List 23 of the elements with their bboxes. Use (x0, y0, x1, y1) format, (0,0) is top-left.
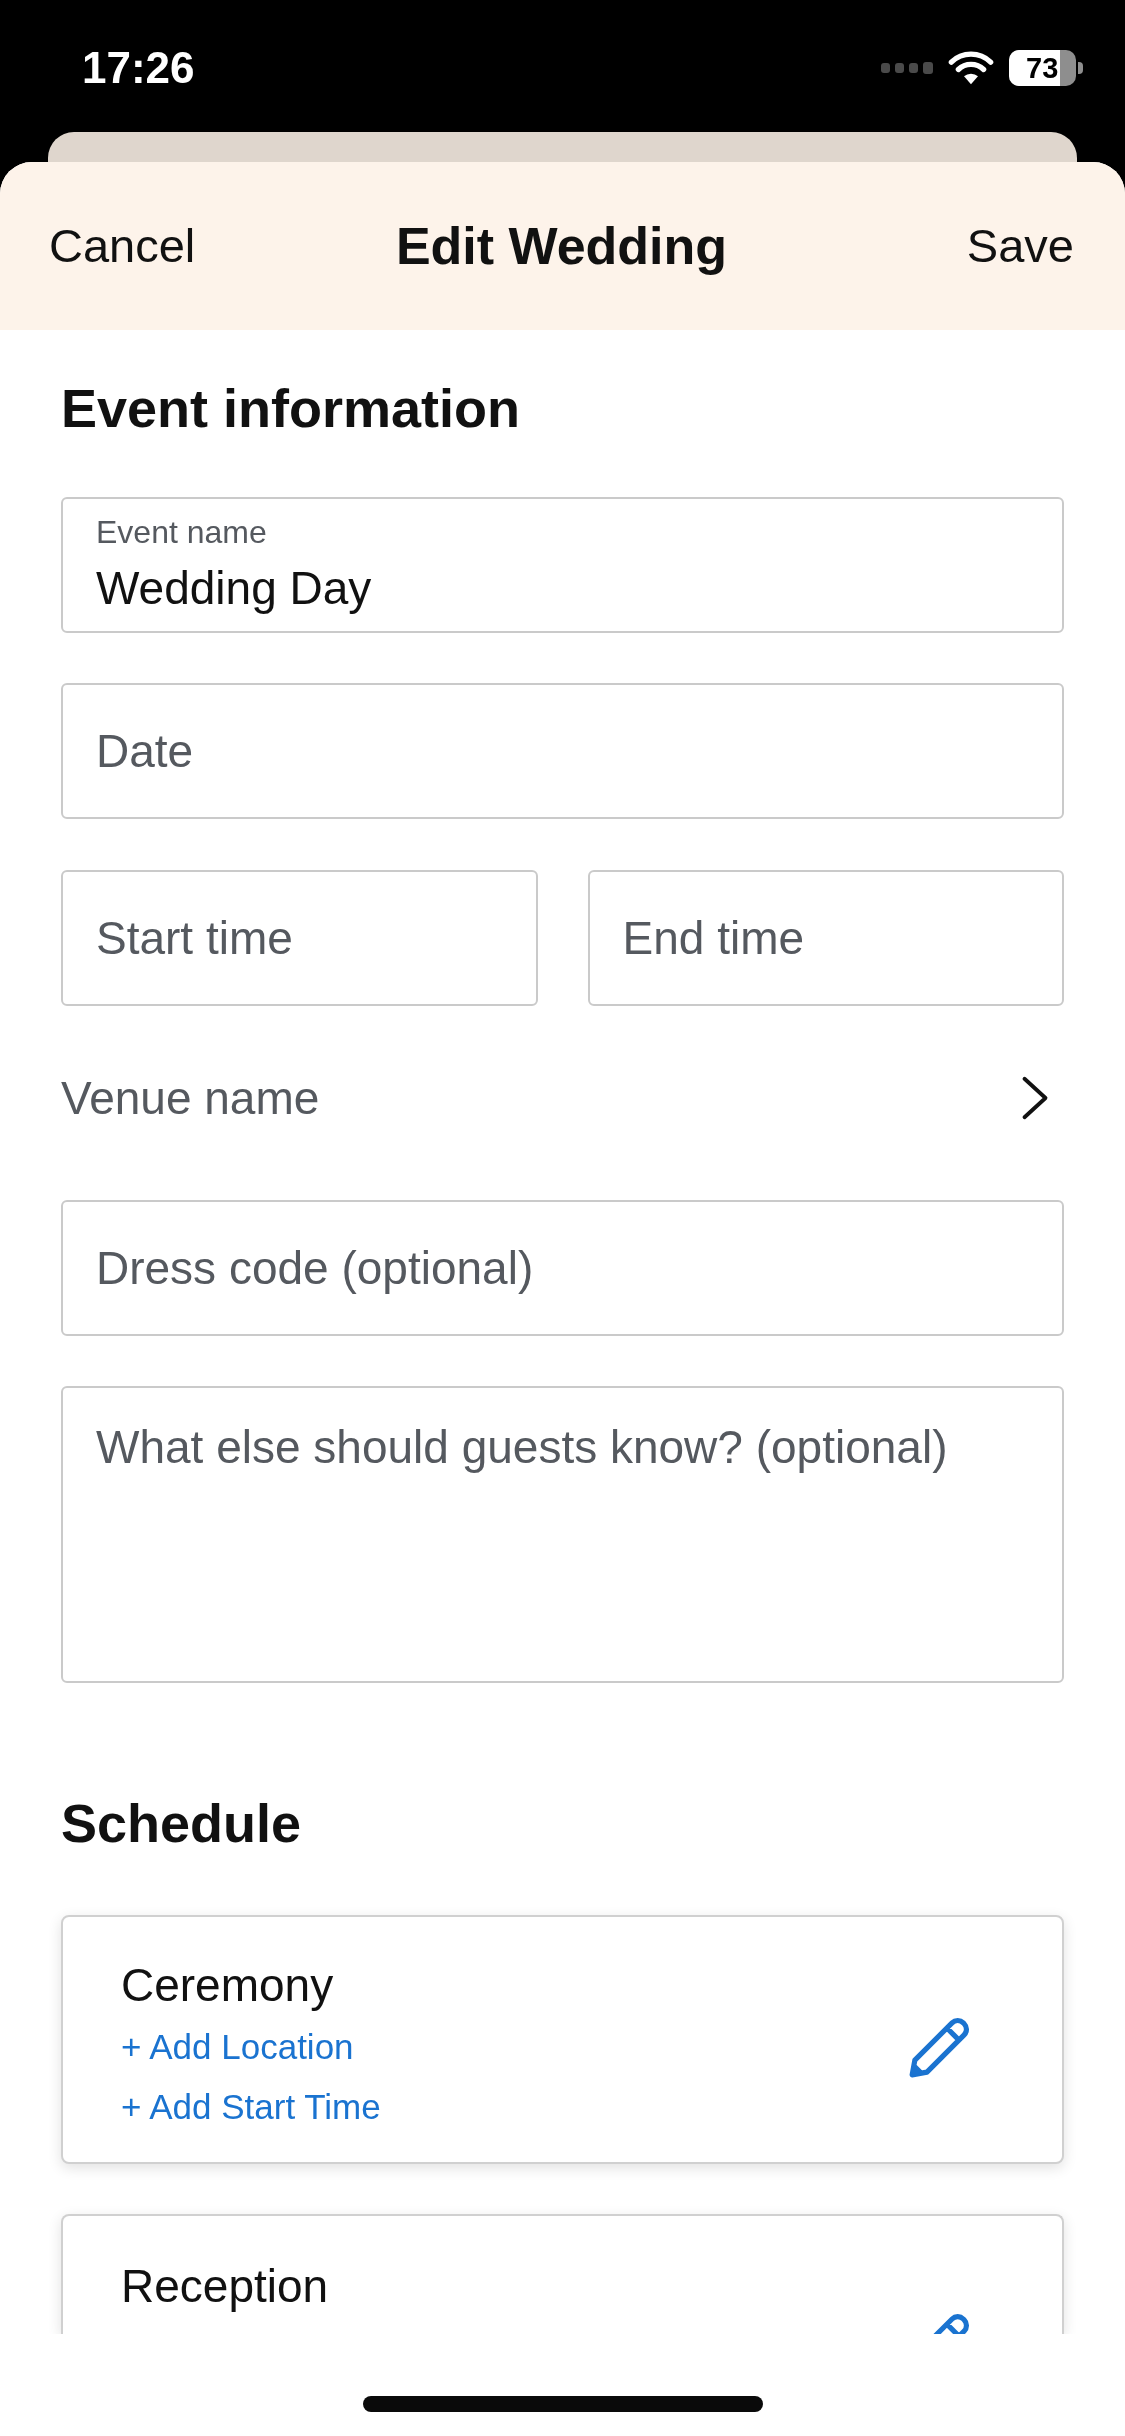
event-title: Ceremony (121, 1958, 334, 2012)
time-field[interactable]: End time (587, 870, 1064, 1006)
venue-picker[interactable]: Venue name (61, 1046, 1064, 1150)
text-field[interactable]: Date (61, 683, 1064, 819)
screen-title: Edit Wedding (395, 216, 728, 276)
event-title: Reception (121, 2259, 329, 2313)
status-time: 17:26 (82, 42, 195, 94)
add-detail-link[interactable]: + Add Location (121, 2017, 354, 2077)
battery-percentage: 73 (1026, 52, 1059, 84)
battery-icon (1009, 50, 1083, 86)
pencil-icon[interactable] (908, 2016, 970, 2079)
section-heading: Event information (61, 377, 522, 440)
chevron-right-icon (1021, 1075, 1049, 1121)
text-field[interactable]: Event name Wedding Day (61, 497, 1064, 633)
text-area[interactable]: What else should guests know? (optional) (61, 1386, 1064, 1683)
wifi-icon (948, 51, 994, 85)
save-button[interactable]: Save (966, 218, 1074, 274)
signal-icon (881, 62, 933, 74)
text-field[interactable]: Dress code (optional) (61, 1200, 1064, 1336)
time-field[interactable]: Start time (61, 870, 538, 1006)
section-heading: Schedule (61, 1792, 303, 1855)
cancel-button[interactable]: Cancel (49, 218, 196, 274)
add-detail-link[interactable]: + Add Start Time (121, 2077, 381, 2137)
